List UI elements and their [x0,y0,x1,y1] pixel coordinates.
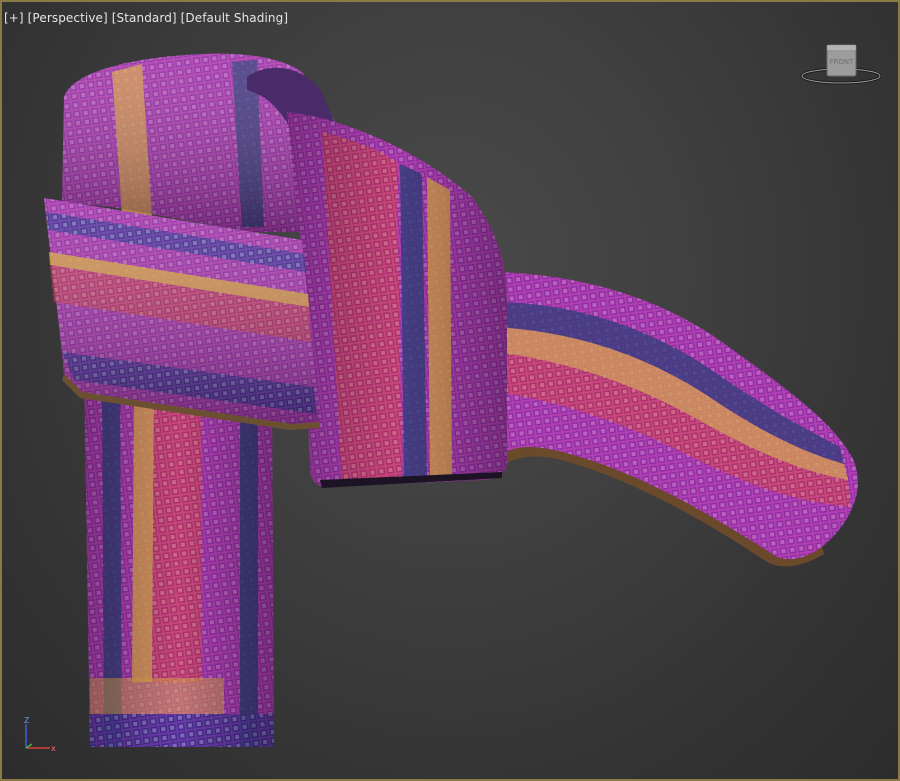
axis-tripod-icon: Z x [24,716,56,753]
viewport-standard-menu[interactable]: [Standard] [112,11,177,25]
viewcube[interactable]: FRONT [799,42,883,92]
viewport-shading-menu[interactable]: [Default Shading] [181,11,288,25]
scene-canvas[interactable] [2,2,898,779]
viewcube-face-label: FRONT [830,58,855,66]
scarf-front-panel-shade [287,112,507,487]
viewport-perspective-menu[interactable]: [Perspective] [28,11,108,25]
axis-x-label: x [51,744,56,753]
scarf-hanging-shade [84,372,274,747]
axis-z-label: Z [24,716,30,725]
viewport-plus-menu[interactable]: [+] [4,11,24,25]
scarf-mesh[interactable] [44,53,858,747]
perspective-viewport[interactable]: [+] [Perspective] [Standard] [Default Sh… [0,0,900,781]
viewport-label-menu[interactable]: [+] [Perspective] [Standard] [Default Sh… [4,11,288,25]
